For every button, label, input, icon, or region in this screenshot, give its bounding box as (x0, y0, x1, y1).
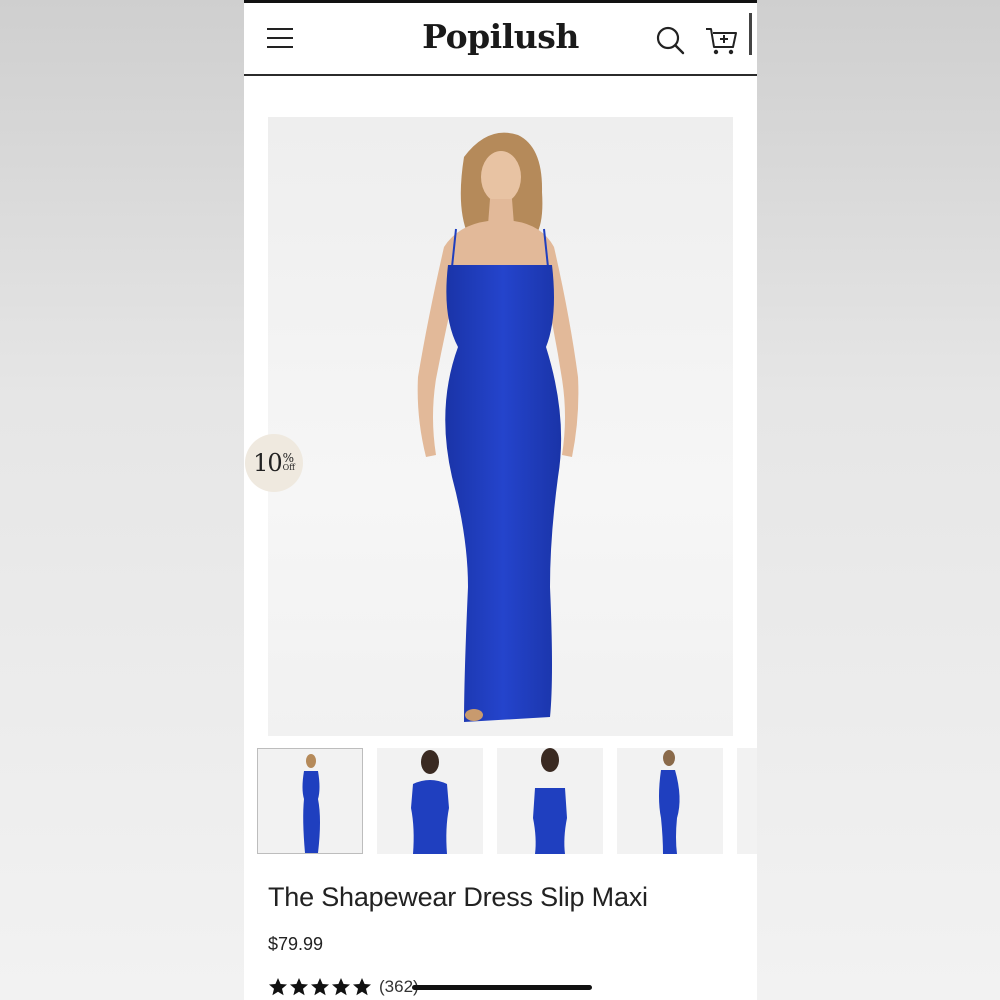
thumbnail-front-close[interactable] (377, 748, 483, 854)
thumbnail-strip (257, 748, 757, 856)
home-indicator-bar (412, 985, 592, 990)
discount-percent: % (282, 451, 295, 465)
discount-badge: 10 % Off (245, 434, 303, 492)
star-icon (353, 978, 371, 996)
star-icon (311, 978, 329, 996)
star-icon (290, 978, 308, 996)
mobile-page: Popilush 10 % Off The Shapewear Dress Sl… (244, 0, 757, 1000)
cart-plus-icon[interactable] (704, 23, 738, 57)
discount-number: 10 (253, 449, 283, 477)
star-icon (269, 978, 287, 996)
product-title: The Shapewear Dress Slip Maxi (268, 882, 648, 912)
model-in-blue-dress-image (417, 132, 579, 722)
product-price: $79.99 (268, 934, 324, 954)
rating-stars (268, 977, 373, 997)
thumbnail-back-side[interactable] (617, 748, 723, 854)
thumbnail-back[interactable] (497, 748, 603, 854)
thumbnail-partial[interactable] (737, 748, 757, 854)
discount-off-label: Off (282, 463, 295, 472)
thumbnail-front[interactable] (257, 748, 363, 854)
star-icon (332, 978, 350, 996)
rating-row[interactable]: (362) (268, 975, 419, 999)
search-icon[interactable] (655, 25, 685, 55)
product-main-image[interactable] (268, 117, 733, 736)
scroll-indicator (749, 13, 752, 55)
site-header: Popilush (244, 3, 757, 76)
